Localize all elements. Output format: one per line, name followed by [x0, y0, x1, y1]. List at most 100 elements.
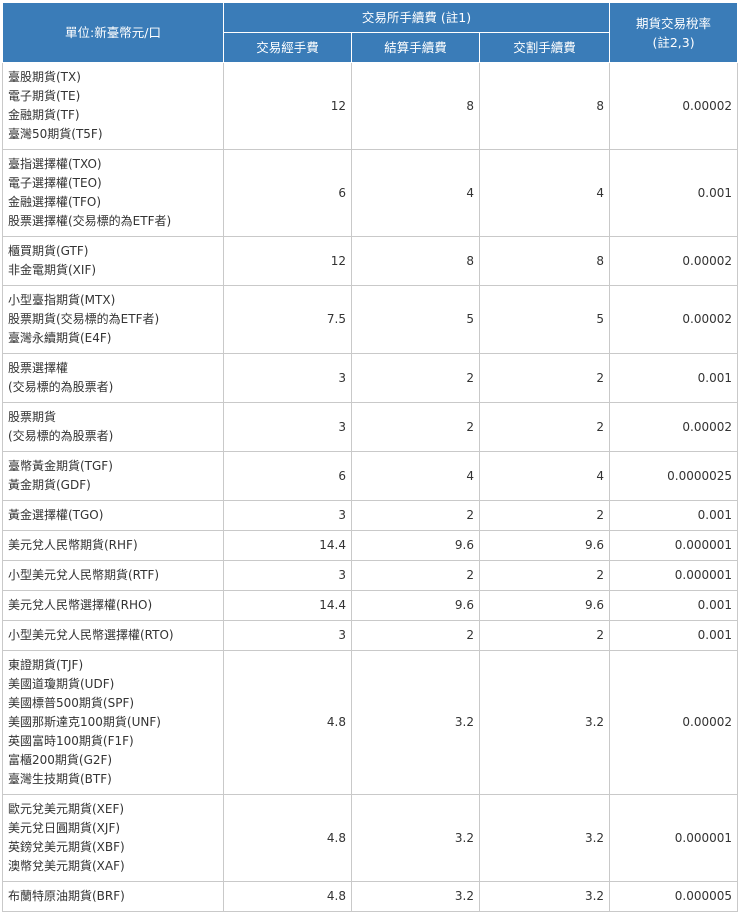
product-name: 美國道瓊期貨(UDF) [8, 677, 115, 691]
product-cell: 美元兌人民幣期貨(RHF) [2, 530, 224, 561]
table-row: 臺幣黃金期貨(TGF) 黃金期貨(GDF) 6 4 4 0.0000025 [2, 451, 739, 501]
clearing-fee-cell: 8 [351, 236, 480, 286]
product-name: 澳幣兌美元期貨(XAF) [8, 859, 125, 873]
tax-rate-cell: 0.000001 [609, 794, 739, 882]
product-name: 美元兌人民幣期貨(RHF) [8, 538, 138, 552]
clearing-fee-cell: 2 [351, 353, 480, 403]
product-name: 小型臺指期貨(MTX) [8, 293, 116, 307]
clearing-fee-cell: 5 [351, 285, 480, 354]
product-name: 金融選擇權(TFO) [8, 195, 102, 209]
tax-rate-cell: 0.000001 [609, 530, 739, 561]
product-name: (交易標的為股票者) [8, 429, 114, 443]
fee-table: 單位:新臺幣元/口 交易所手續費 (註1) 期貨交易稅率 (註2,3) 交易經手… [2, 2, 739, 912]
table-row: 歐元兌美元期貨(XEF) 美元兌日圓期貨(XJF) 英鎊兌美元期貨(XBF) 澳幣兌美… [2, 794, 739, 882]
clearing-fee-cell: 9.6 [351, 590, 480, 621]
product-name: 黃金期貨(GDF) [8, 478, 91, 492]
clearing-fee-cell: 2 [351, 620, 480, 651]
table-row: 櫃買期貨(GTF) 非金電期貨(XIF) 12 8 8 0.00002 [2, 236, 739, 286]
product-cell: 小型美元兌人民幣選擇權(RTO) [2, 620, 224, 651]
product-name: 富櫃200期貨(G2F) [8, 753, 113, 767]
fee-table-body: 臺股期貨(TX) 電子期貨(TE) 金融期貨(TF) 臺灣50期貨(T5F) 12 8 8 0… [2, 62, 739, 912]
clearing-fee-cell: 4 [351, 149, 480, 237]
tax-rate-cell: 0.000001 [609, 560, 739, 591]
header-trade-fee: 交易經手費 [223, 32, 352, 63]
delivery-fee-cell: 2 [478, 620, 611, 651]
delivery-fee-cell: 4 [478, 451, 611, 501]
delivery-fee-cell: 3.2 [478, 881, 611, 912]
product-name: 股票期貨(交易標的為ETF者) [8, 312, 160, 326]
table-row: 股票選擇權 (交易標的為股票者) 3 2 2 0.001 [2, 353, 739, 403]
product-cell: 股票期貨 (交易標的為股票者) [2, 402, 224, 452]
delivery-fee-cell: 5 [478, 285, 611, 354]
product-cell: 臺股期貨(TX) 電子期貨(TE) 金融期貨(TF) 臺灣50期貨(T5F) [2, 62, 224, 150]
product-name: 股票選擇權(交易標的為ETF者) [8, 214, 172, 228]
tax-rate-cell: 0.0000025 [609, 451, 739, 501]
table-row: 小型美元兌人民幣期貨(RTF) 3 2 2 0.000001 [2, 560, 739, 591]
trade-fee-cell: 3 [223, 500, 352, 531]
header-tax-rate-note: (註2,3) [652, 34, 695, 50]
header-delivery-fee: 交割手續費 [478, 32, 611, 63]
product-name: 美國標普500期貨(SPF) [8, 696, 135, 710]
header-clearing-fee: 結算手續費 [351, 32, 480, 63]
product-cell: 歐元兌美元期貨(XEF) 美元兌日圓期貨(XJF) 英鎊兌美元期貨(XBF) 澳幣兌美… [2, 794, 224, 882]
product-cell: 股票選擇權 (交易標的為股票者) [2, 353, 224, 403]
product-name: 臺股期貨(TX) [8, 70, 81, 84]
tax-rate-cell: 0.00002 [609, 236, 739, 286]
product-name: 電子選擇權(TEO) [8, 176, 102, 190]
clearing-fee-cell: 2 [351, 560, 480, 591]
table-row: 股票期貨 (交易標的為股票者) 3 2 2 0.00002 [2, 402, 739, 452]
table-row: 黃金選擇權(TGO) 3 2 2 0.001 [2, 500, 739, 531]
delivery-fee-cell: 2 [478, 402, 611, 452]
header-unit: 單位:新臺幣元/口 [2, 2, 224, 63]
product-name: 小型美元兌人民幣期貨(RTF) [8, 568, 160, 582]
tax-rate-cell: 0.001 [609, 590, 739, 621]
clearing-fee-cell: 3.2 [351, 881, 480, 912]
table-row: 東證期貨(TJF) 美國道瓊期貨(UDF) 美國標普500期貨(SPF) 美國那斯達克… [2, 650, 739, 795]
product-name: 股票期貨 [8, 410, 57, 424]
clearing-fee-cell: 3.2 [351, 650, 480, 795]
trade-fee-cell: 3 [223, 560, 352, 591]
header-exchange-fee: 交易所手續費 (註1) [222, 2, 611, 33]
tax-rate-cell: 0.000005 [609, 881, 739, 912]
delivery-fee-cell: 2 [478, 560, 611, 591]
product-name: 小型美元兌人民幣選擇權(RTO) [8, 628, 174, 642]
product-name: 英鎊兌美元期貨(XBF) [8, 840, 125, 854]
clearing-fee-cell: 2 [351, 402, 480, 452]
table-row: 美元兌人民幣選擇權(RHO) 14.4 9.6 9.6 0.001 [2, 590, 739, 621]
product-name: 臺灣50期貨(T5F) [8, 127, 103, 141]
tax-rate-cell: 0.00002 [609, 402, 739, 452]
delivery-fee-cell: 3.2 [478, 650, 611, 795]
product-name: 非金電期貨(XIF) [8, 263, 97, 277]
product-cell: 臺指選擇權(TXO) 電子選擇權(TEO) 金融選擇權(TFO) 股票選擇權(交易標的… [2, 149, 224, 237]
trade-fee-cell: 12 [223, 62, 352, 150]
product-cell: 東證期貨(TJF) 美國道瓊期貨(UDF) 美國標普500期貨(SPF) 美國那斯達克… [2, 650, 224, 795]
product-name: 金融期貨(TF) [8, 108, 80, 122]
header-tax-rate: 期貨交易稅率 (註2,3) [609, 2, 739, 63]
product-name: 櫃買期貨(GTF) [8, 244, 89, 258]
table-row: 臺股期貨(TX) 電子期貨(TE) 金融期貨(TF) 臺灣50期貨(T5F) 12 8 8 0… [2, 62, 739, 150]
tax-rate-cell: 0.00002 [609, 285, 739, 354]
product-name: 黃金選擇權(TGO) [8, 508, 104, 522]
table-row: 美元兌人民幣期貨(RHF) 14.4 9.6 9.6 0.000001 [2, 530, 739, 561]
delivery-fee-cell: 2 [478, 500, 611, 531]
product-name: 臺灣永續期貨(E4F) [8, 331, 112, 345]
product-name: 美國那斯達克100期貨(UNF) [8, 715, 161, 729]
product-name: (交易標的為股票者) [8, 380, 114, 394]
trade-fee-cell: 14.4 [223, 590, 352, 621]
product-name: 臺灣生技期貨(BTF) [8, 772, 112, 786]
delivery-fee-cell: 3.2 [478, 794, 611, 882]
tax-rate-cell: 0.001 [609, 500, 739, 531]
delivery-fee-cell: 9.6 [478, 530, 611, 561]
product-name: 美元兌日圓期貨(XJF) [8, 821, 121, 835]
delivery-fee-cell: 4 [478, 149, 611, 237]
tax-rate-cell: 0.001 [609, 620, 739, 651]
product-cell: 黃金選擇權(TGO) [2, 500, 224, 531]
clearing-fee-cell: 8 [351, 62, 480, 150]
product-name: 英國富時100期貨(F1F) [8, 734, 134, 748]
table-row: 布蘭特原油期貨(BRF) 4.8 3.2 3.2 0.000005 [2, 881, 739, 912]
trade-fee-cell: 3 [223, 353, 352, 403]
tax-rate-cell: 0.00002 [609, 650, 739, 795]
trade-fee-cell: 7.5 [223, 285, 352, 354]
product-cell: 櫃買期貨(GTF) 非金電期貨(XIF) [2, 236, 224, 286]
delivery-fee-cell: 8 [478, 236, 611, 286]
